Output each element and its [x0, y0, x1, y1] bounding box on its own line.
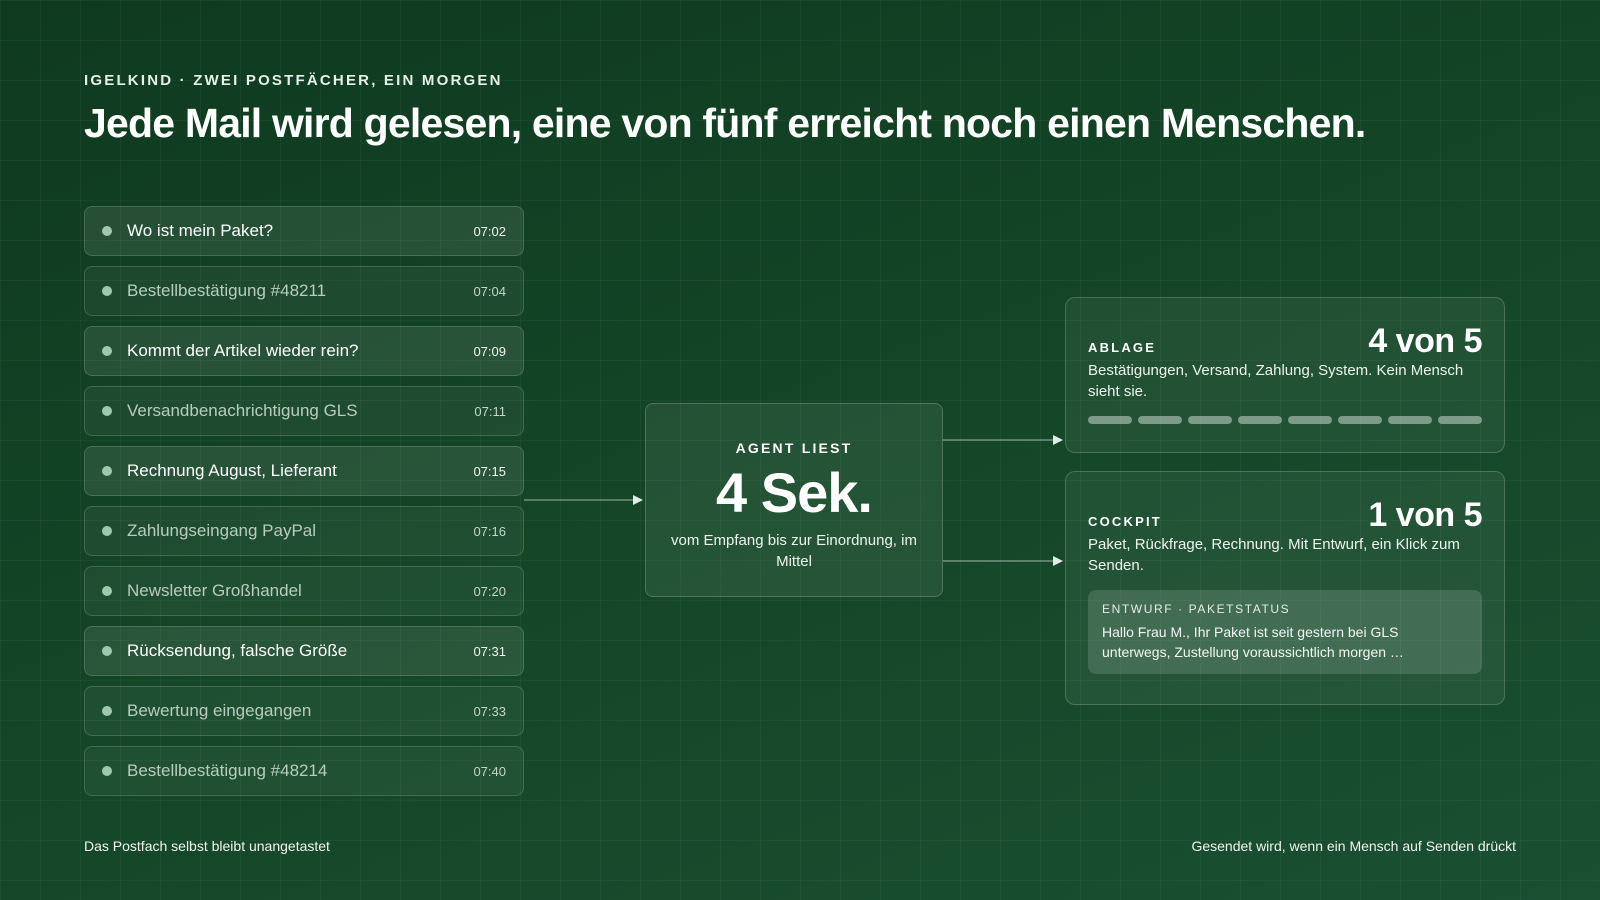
arrowhead-ablage — [1053, 435, 1063, 445]
mail-item[interactable]: Newsletter Großhandel 07:20 — [84, 566, 524, 616]
status-dot — [102, 586, 112, 596]
agent-box: AGENT LIEST 4 Sek. vom Empfang bis zur E… — [645, 403, 943, 597]
status-dot — [102, 466, 112, 476]
mail-subject: Rechnung August, Lieferant — [127, 461, 337, 480]
mail-item[interactable]: Bestellbestätigung #48214 07:40 — [84, 746, 524, 796]
mail-item[interactable]: Rechnung August, Lieferant 07:15 — [84, 446, 524, 496]
draft-label: ENTWURF · PAKETSTATUS — [1102, 602, 1291, 616]
mail-item[interactable]: Zahlungseingang PayPal 07:16 — [84, 506, 524, 556]
draft-preview[interactable]: ENTWURF · PAKETSTATUS Hallo Frau M., Ihr… — [1088, 590, 1482, 674]
ablage-bar-segment — [1088, 416, 1132, 424]
ablage-label: ABLAGE — [1088, 340, 1157, 355]
mail-time: 07:04 — [473, 283, 506, 299]
arrowhead-cockpit — [1053, 556, 1063, 566]
agent-label: AGENT LIEST — [735, 440, 853, 456]
mail-item[interactable]: Rücksendung, falsche Größe 07:31 — [84, 626, 524, 676]
mail-time: 07:09 — [473, 343, 506, 359]
mail-subject: Kommt der Artikel wieder rein? — [127, 341, 359, 360]
eyebrow: IGELKIND · ZWEI POSTFÄCHER, EIN MORGEN — [84, 72, 503, 89]
cockpit-description: Paket, Rückfrage, Rechnung. Mit Entwurf,… — [1088, 536, 1460, 574]
status-dot — [102, 406, 112, 416]
mail-item[interactable]: Bewertung eingegangen 07:33 — [84, 686, 524, 736]
mail-subject: Wo ist mein Paket? — [127, 221, 274, 240]
mail-subject: Bestellbestätigung #48214 — [127, 761, 328, 780]
ablage-description: Bestätigungen, Versand, Zahlung, System.… — [1088, 362, 1464, 400]
mail-time: 07:33 — [473, 703, 506, 719]
mail-time: 07:40 — [473, 763, 506, 779]
agent-subtitle: vom Empfang bis zur Einordnung, im Mitte… — [671, 532, 917, 570]
mail-item[interactable]: Kommt der Artikel wieder rein? 07:09 — [84, 326, 524, 376]
status-dot — [102, 526, 112, 536]
arrowhead-agent — [633, 495, 643, 505]
page-title: Jede Mail wird gelesen, eine von fünf er… — [84, 100, 1366, 146]
footer-left-note: Das Postfach selbst bleibt unangetastet — [84, 838, 330, 854]
status-dot — [102, 286, 112, 296]
ablage-bar-segment — [1438, 416, 1482, 424]
mail-list: Wo ist mein Paket? 07:02 Bestellbestätigu… — [84, 206, 524, 806]
ablage-bar-segment — [1238, 416, 1282, 424]
mail-time: 07:11 — [474, 403, 506, 419]
mail-subject: Newsletter Großhandel — [127, 581, 302, 600]
cockpit-count: 1 von 5 — [1368, 496, 1482, 534]
ablage-bar-segment — [1188, 416, 1232, 424]
ablage-count: 4 von 5 — [1368, 322, 1482, 360]
ablage-bars — [1088, 416, 1482, 424]
mail-subject: Rücksendung, falsche Größe — [127, 641, 348, 660]
mail-subject: Versandbenachrichtigung GLS — [127, 401, 358, 420]
ablage-bar-segment — [1388, 416, 1432, 424]
status-dot — [102, 766, 112, 776]
ablage-bar-segment — [1288, 416, 1332, 424]
status-dot — [102, 706, 112, 716]
mail-subject: Bestellbestätigung #48211 — [127, 281, 327, 300]
mail-time: 07:15 — [473, 463, 506, 479]
draft-text: Hallo Frau M., Ihr Paket ist seit gester… — [1102, 624, 1404, 660]
mail-item[interactable]: Versandbenachrichtigung GLS 07:11 — [84, 386, 524, 436]
ablage-bar-segment — [1138, 416, 1182, 424]
mail-item[interactable]: Wo ist mein Paket? 07:02 — [84, 206, 524, 256]
mail-item[interactable]: Bestellbestätigung #48211 07:04 — [84, 266, 524, 316]
status-dot — [102, 346, 112, 356]
ablage-card: ABLAGE 4 von 5 Bestätigungen, Versand, Z… — [1065, 297, 1505, 453]
agent-value: 4 Sek. — [716, 461, 873, 524]
ablage-bar-segment — [1338, 416, 1382, 424]
footer-right-note: Gesendet wird, wenn ein Mensch auf Sende… — [1191, 838, 1516, 854]
status-dot — [102, 226, 112, 236]
mail-time: 07:31 — [473, 643, 506, 659]
status-dot — [102, 646, 112, 656]
cockpit-label: COCKPIT — [1088, 514, 1162, 529]
mail-time: 07:02 — [473, 223, 506, 239]
mail-subject: Zahlungseingang PayPal — [127, 521, 317, 540]
cockpit-card: COCKPIT 1 von 5 Paket, Rückfrage, Rechnu… — [1065, 471, 1505, 705]
mail-time: 07:20 — [473, 583, 506, 599]
mail-time: 07:16 — [473, 523, 506, 539]
mail-subject: Bewertung eingegangen — [127, 701, 312, 720]
